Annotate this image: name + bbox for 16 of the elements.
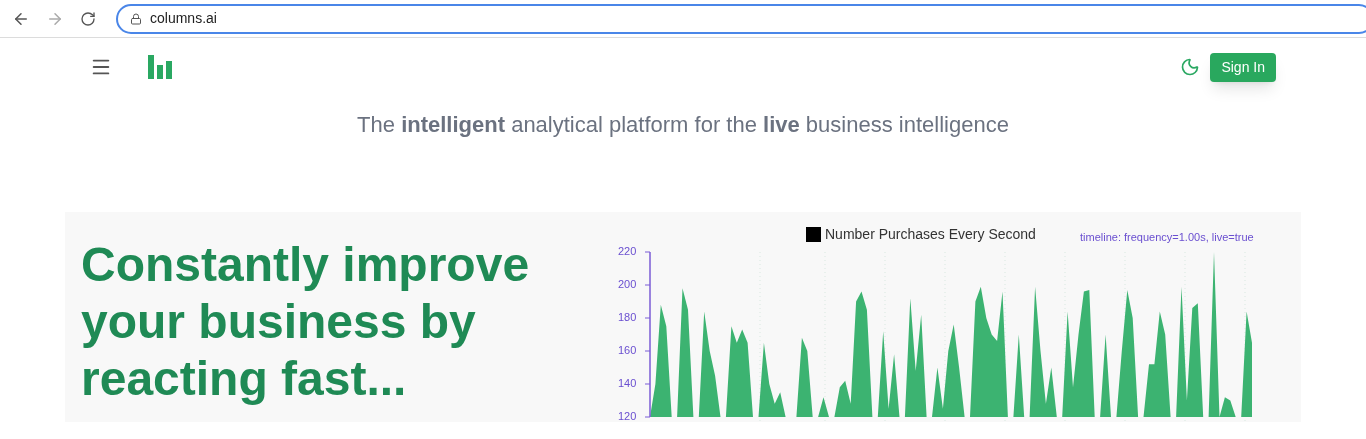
address-bar[interactable]: columns.ai [116, 3, 1366, 34]
legend-label: Number Purchases Every Second [825, 225, 1036, 244]
reload-icon[interactable] [80, 10, 96, 27]
y-tick-label: 160 [618, 345, 637, 356]
y-tick-label: 140 [618, 378, 637, 389]
tagline: The intelligent analytical platform for the live business intelligence [357, 111, 1009, 139]
chart-annotation: timeline: frequency=1.00s, live=true [1080, 230, 1254, 245]
y-tick-label: 200 [618, 279, 637, 290]
y-tick-label: 180 [618, 312, 637, 323]
logo-icon[interactable] [148, 55, 174, 79]
url-text: columns.ai [150, 9, 217, 28]
lock-icon [130, 12, 142, 25]
dark-mode-icon[interactable] [1180, 57, 1201, 77]
y-tick-label: 220 [618, 246, 637, 257]
y-tick-label: 120 [618, 411, 637, 422]
hero-heading: Constantly improve your business by reacting fast... [81, 237, 531, 407]
